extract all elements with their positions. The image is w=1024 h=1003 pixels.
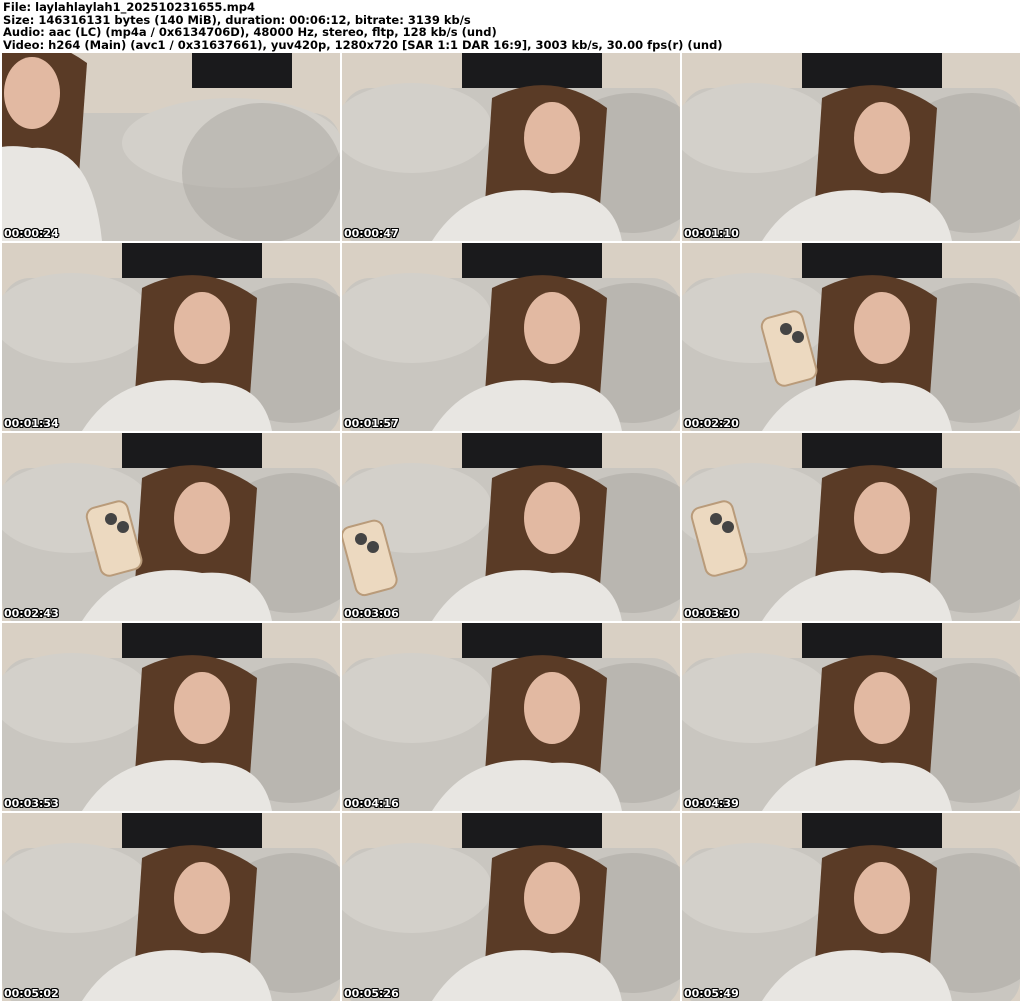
video-thumbnail[interactable]: 00:00:47 <box>342 53 680 241</box>
thumbnail-timestamp: 00:03:30 <box>684 607 739 620</box>
file-info-header: File: laylahlaylah1_202510231655.mp4 Siz… <box>3 1 723 51</box>
thumbnail-timestamp: 00:04:16 <box>344 797 399 810</box>
video-thumbnail[interactable]: 00:05:49 <box>682 813 1020 1001</box>
video-thumbnail[interactable]: 00:04:39 <box>682 623 1020 811</box>
video-thumbnail[interactable]: 00:05:26 <box>342 813 680 1001</box>
frame-scene <box>682 433 1020 621</box>
frame-scene <box>2 433 340 621</box>
thumbnail-timestamp: 00:02:43 <box>4 607 59 620</box>
frame-scene <box>342 433 680 621</box>
thumbnail-timestamp: 00:05:49 <box>684 987 739 1000</box>
video-thumbnail[interactable]: 00:01:10 <box>682 53 1020 241</box>
video-thumbnail[interactable]: 00:03:06 <box>342 433 680 621</box>
thumbnail-timestamp: 00:00:47 <box>344 227 399 240</box>
video-thumbnail[interactable]: 00:05:02 <box>2 813 340 1001</box>
frame-scene <box>2 243 340 431</box>
thumbnail-timestamp: 00:00:24 <box>4 227 59 240</box>
frame-scene <box>682 813 1020 1001</box>
video-thumbnail[interactable]: 00:03:53 <box>2 623 340 811</box>
frame-scene <box>2 813 340 1001</box>
frame-scene <box>342 53 680 241</box>
frame-scene <box>342 243 680 431</box>
thumbnail-timestamp: 00:03:06 <box>344 607 399 620</box>
frame-scene <box>2 53 340 241</box>
thumbnail-timestamp: 00:02:20 <box>684 417 739 430</box>
audio-info-line: Audio: aac (LC) (mp4a / 0x6134706D), 480… <box>3 25 497 39</box>
video-thumbnail[interactable]: 00:00:24 <box>2 53 340 241</box>
frame-scene <box>682 53 1020 241</box>
video-thumbnail[interactable]: 00:02:43 <box>2 433 340 621</box>
thumbnail-timestamp: 00:01:34 <box>4 417 59 430</box>
video-thumbnail[interactable]: 00:03:30 <box>682 433 1020 621</box>
thumbnail-timestamp: 00:04:39 <box>684 797 739 810</box>
thumbnail-timestamp: 00:01:57 <box>344 417 399 430</box>
frame-scene <box>682 623 1020 811</box>
thumbnail-timestamp: 00:01:10 <box>684 227 739 240</box>
thumbnail-timestamp: 00:05:26 <box>344 987 399 1000</box>
video-thumbnail[interactable]: 00:02:20 <box>682 243 1020 431</box>
file-name-line: File: laylahlaylah1_202510231655.mp4 <box>3 0 255 14</box>
frame-scene <box>2 623 340 811</box>
video-thumbnail[interactable]: 00:01:34 <box>2 243 340 431</box>
video-thumbnail[interactable]: 00:04:16 <box>342 623 680 811</box>
thumbnail-timestamp: 00:03:53 <box>4 797 59 810</box>
frame-scene <box>342 813 680 1001</box>
frame-scene <box>342 623 680 811</box>
video-thumbnail[interactable]: 00:01:57 <box>342 243 680 431</box>
thumbnail-grid: 00:00:24 00:00:47 00:01:10 00:01:34 00:0… <box>2 53 1020 1001</box>
video-info-line: Video: h264 (Main) (avc1 / 0x31637661), … <box>3 37 723 52</box>
frame-scene <box>682 243 1020 431</box>
thumbnail-timestamp: 00:05:02 <box>4 987 59 1000</box>
